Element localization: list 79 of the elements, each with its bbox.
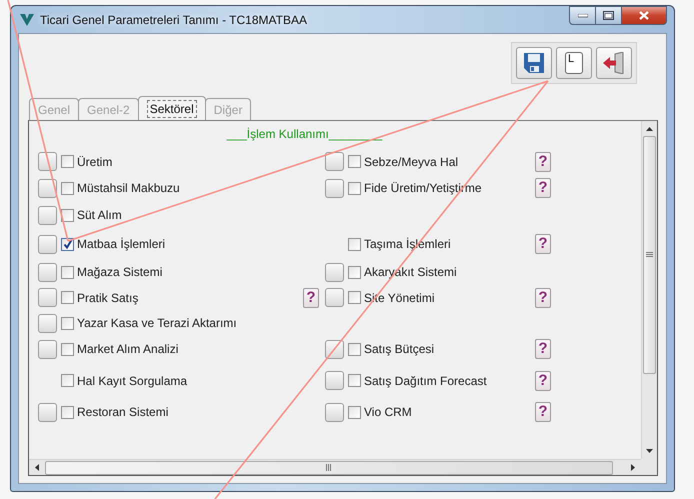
checkbox[interactable] [348, 155, 361, 168]
horizontal-scrollbar[interactable] [29, 459, 641, 475]
checkbox[interactable] [61, 182, 74, 194]
checkbox[interactable] [348, 342, 361, 356]
checkbox[interactable] [61, 316, 74, 330]
option-label[interactable]: Matbaa İşlemleri [77, 237, 166, 251]
option-button[interactable] [325, 262, 344, 282]
checkbox[interactable] [348, 374, 361, 387]
scroll-left-icon[interactable] [35, 464, 39, 471]
help-button[interactable]: ? [303, 288, 319, 308]
option-button[interactable] [325, 402, 344, 422]
tab[interactable]: Sektörel [138, 96, 206, 120]
option-label[interactable]: Fide Üretim/Yetiştirme [364, 181, 482, 195]
checkbox[interactable] [348, 266, 361, 278]
option-button[interactable] [38, 402, 57, 422]
checkbox[interactable] [61, 374, 74, 387]
option-label[interactable]: Pratik Satış [77, 290, 138, 304]
exit-button[interactable] [596, 47, 632, 79]
option-label[interactable]: Market Alım Analizi [77, 342, 178, 356]
exit-door-icon [602, 52, 626, 74]
app-logo-icon [20, 14, 34, 26]
option-label[interactable]: Hal Kayıt Sorgulama [77, 374, 188, 388]
option-button[interactable] [325, 288, 344, 307]
help-button[interactable]: ? [535, 178, 551, 198]
option-label[interactable]: Taşıma İşlemleri [364, 237, 451, 251]
checkbox[interactable] [348, 182, 361, 194]
option-label[interactable]: Restoran Sistemi [77, 405, 168, 419]
checkbox[interactable] [61, 406, 74, 418]
help-button[interactable]: ? [535, 339, 551, 359]
scroll-thumb[interactable] [45, 460, 613, 474]
vertical-scrollbar[interactable] [641, 121, 657, 459]
checkbox[interactable] [61, 266, 74, 278]
checkbox[interactable] [61, 291, 74, 304]
section-title: ___İşlem Kullanımı________ [226, 127, 382, 141]
minimize-icon [578, 14, 588, 18]
checkbox[interactable] [61, 208, 74, 222]
scroll-down-icon[interactable] [646, 449, 653, 453]
option-label[interactable]: Satış Dağıtım Forecast [364, 374, 487, 388]
option-label[interactable]: Üretim [77, 154, 112, 168]
option-button[interactable] [38, 206, 57, 224]
checkbox[interactable] [61, 155, 74, 168]
help-button[interactable]: ? [535, 402, 551, 422]
save-icon [523, 52, 545, 74]
option-label[interactable]: Sebze/Meyva Hal [364, 154, 458, 168]
option-label[interactable]: Yazar Kasa ve Terazi Aktarımı [77, 316, 237, 330]
letter-button[interactable]: L [556, 47, 592, 79]
save-button[interactable] [516, 47, 552, 79]
option-label[interactable]: Satış Bütçesi [364, 342, 434, 356]
option-button[interactable] [38, 178, 57, 198]
option-label[interactable]: Akaryakıt Sistemi [364, 265, 457, 279]
option-button[interactable] [38, 340, 57, 358]
window-title: Ticari Genel Parametreleri Tanımı - TC18MATBAA [40, 12, 308, 26]
scroll-thumb[interactable] [643, 136, 656, 374]
checkbox[interactable] [348, 291, 361, 304]
option-button[interactable] [325, 152, 344, 171]
option-button[interactable] [38, 262, 57, 282]
option-label[interactable]: Müstahsil Makbuzu [77, 181, 180, 195]
option-button[interactable] [38, 314, 57, 332]
checkbox[interactable] [348, 238, 361, 250]
option-label[interactable]: Mağaza Sistemi [77, 265, 162, 279]
close-icon [639, 11, 649, 20]
option-label[interactable]: Vio CRM [364, 405, 412, 419]
maximize-button[interactable] [596, 6, 622, 25]
scroll-right-icon[interactable] [631, 464, 635, 471]
help-button[interactable]: ? [535, 234, 551, 254]
help-button[interactable]: ? [535, 152, 551, 172]
option-button[interactable] [325, 371, 344, 390]
option-button[interactable] [38, 152, 57, 171]
option-label[interactable]: Süt Alım [77, 208, 122, 222]
checkbox[interactable] [61, 342, 74, 356]
checkbox[interactable] [348, 406, 361, 418]
option-button[interactable] [38, 288, 57, 307]
maximize-icon [603, 11, 614, 20]
scroll-up-icon[interactable] [646, 127, 653, 131]
help-button[interactable]: ? [535, 370, 551, 390]
help-button[interactable]: ? [535, 288, 551, 308]
option-button[interactable] [325, 178, 344, 198]
minimize-button[interactable] [569, 6, 596, 25]
close-button[interactable] [622, 6, 667, 25]
